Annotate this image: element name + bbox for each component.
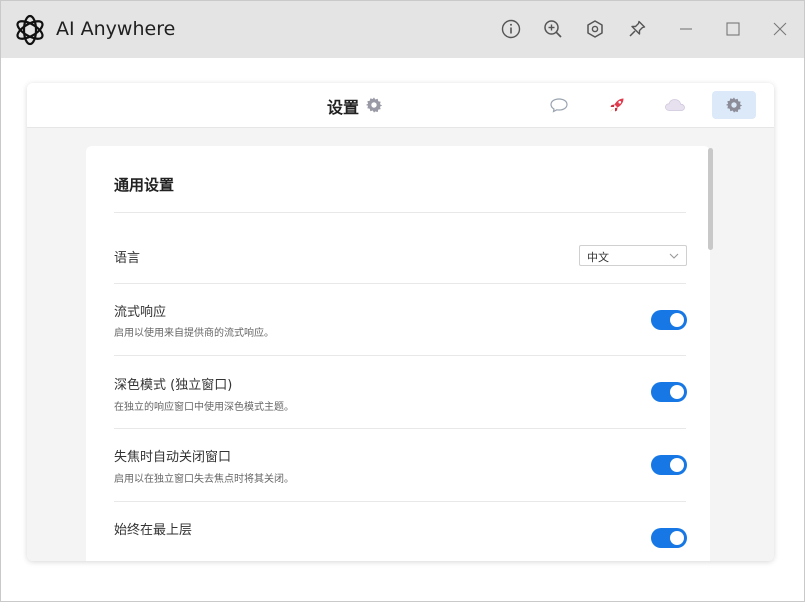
divider bbox=[114, 428, 686, 429]
stream-response-desc: 启用以使用来自提供商的流式响应。 bbox=[114, 328, 274, 339]
language-label: 语言 bbox=[114, 251, 141, 266]
auto-close-desc: 启用以在独立窗口失去焦点时将其关闭。 bbox=[114, 474, 294, 485]
divider bbox=[114, 355, 686, 356]
gear-icon bbox=[365, 97, 383, 113]
zoom-in-icon[interactable] bbox=[541, 17, 565, 41]
title-bar: AI Anywhere bbox=[1, 1, 804, 58]
section-title: 通用设置 bbox=[114, 176, 175, 194]
toggle-knob bbox=[670, 313, 684, 327]
divider bbox=[114, 212, 686, 213]
settings-header: 设置 bbox=[27, 83, 774, 128]
dark-mode-toggle[interactable] bbox=[651, 382, 687, 402]
chevron-down-icon bbox=[669, 253, 679, 259]
app-window: AI Anywhere 设置 通用设置 语言 中文 流式响应 启用以使用来自提供… bbox=[0, 0, 805, 602]
language-select-value: 中文 bbox=[587, 251, 609, 264]
divider bbox=[114, 283, 686, 284]
pin-icon[interactable] bbox=[625, 17, 649, 41]
auto-close-label: 失焦时自动关闭窗口 bbox=[114, 450, 232, 465]
minimize-icon[interactable] bbox=[674, 17, 698, 41]
rocket-icon bbox=[610, 98, 624, 112]
always-on-top-toggle[interactable] bbox=[651, 528, 687, 548]
scrollbar-thumb[interactable] bbox=[708, 148, 713, 250]
nav-chat-button[interactable] bbox=[537, 91, 581, 119]
app-title: AI Anywhere bbox=[56, 18, 176, 40]
divider bbox=[114, 501, 686, 502]
close-icon[interactable] bbox=[768, 17, 792, 41]
info-icon[interactable] bbox=[499, 17, 523, 41]
dark-mode-desc: 在独立的响应窗口中使用深色模式主题。 bbox=[114, 402, 294, 413]
maximize-icon[interactable] bbox=[721, 17, 745, 41]
language-select[interactable]: 中文 bbox=[579, 245, 687, 266]
stream-response-label: 流式响应 bbox=[114, 305, 167, 320]
nav-rocket-button[interactable] bbox=[595, 91, 639, 119]
settings-card: 设置 通用设置 语言 中文 流式响应 启用以使用来自提供商的流式响应。 深色模式… bbox=[27, 83, 774, 561]
toggle-knob bbox=[670, 458, 684, 472]
auto-close-toggle[interactable] bbox=[651, 455, 687, 475]
nav-settings-button[interactable] bbox=[712, 91, 756, 119]
hexagon-settings-icon[interactable] bbox=[583, 17, 607, 41]
settings-content: 通用设置 语言 中文 流式响应 启用以使用来自提供商的流式响应。 深色模式 (独… bbox=[27, 128, 774, 561]
stream-response-toggle[interactable] bbox=[651, 310, 687, 330]
nav-cloud-button[interactable] bbox=[653, 91, 697, 119]
app-logo-icon bbox=[16, 14, 44, 46]
gear-icon bbox=[725, 97, 743, 113]
always-on-top-label: 始终在最上层 bbox=[114, 523, 193, 538]
dark-mode-label: 深色模式 (独立窗口) bbox=[114, 378, 233, 393]
page-title: 设置 bbox=[327, 98, 360, 117]
general-settings-panel: 通用设置 语言 中文 流式响应 启用以使用来自提供商的流式响应。 深色模式 (独… bbox=[86, 146, 710, 561]
toggle-knob bbox=[670, 385, 684, 399]
chat-bubble-icon bbox=[550, 98, 568, 113]
cloud-icon bbox=[665, 99, 685, 111]
toggle-knob bbox=[670, 531, 684, 545]
